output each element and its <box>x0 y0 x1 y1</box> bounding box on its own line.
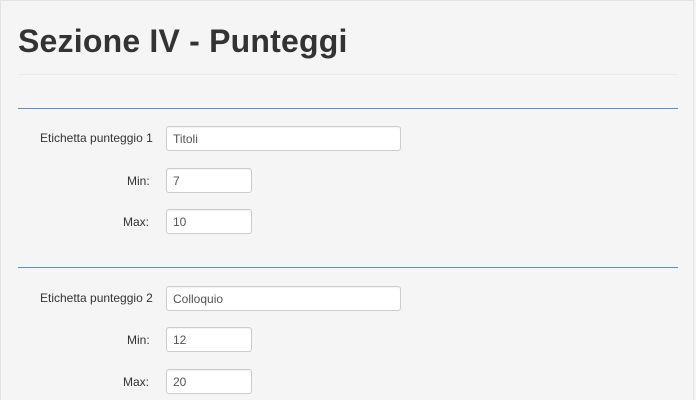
score-2-label-input[interactable] <box>166 286 401 311</box>
page-title: Sezione IV - Punteggi <box>18 23 348 59</box>
score-1-max-input[interactable] <box>166 209 252 234</box>
group-1-divider <box>18 108 678 109</box>
score-2-label-caption: Etichetta punteggio 2 <box>40 291 153 305</box>
score-2-max-caption: Max: <box>123 375 150 389</box>
score-2-min-caption: Min: <box>127 333 150 347</box>
score-2-min-input[interactable] <box>166 327 252 352</box>
score-2-max-input[interactable] <box>166 369 252 394</box>
group-2-divider <box>18 267 678 268</box>
score-1-label-caption: Etichetta punteggio 1 <box>40 131 153 145</box>
score-1-max-caption: Max: <box>123 215 150 229</box>
title-divider <box>18 74 678 75</box>
panel-frame <box>0 0 694 400</box>
score-1-min-caption: Min: <box>127 174 150 188</box>
score-1-min-input[interactable] <box>166 168 252 193</box>
score-1-label-input[interactable] <box>166 126 401 151</box>
